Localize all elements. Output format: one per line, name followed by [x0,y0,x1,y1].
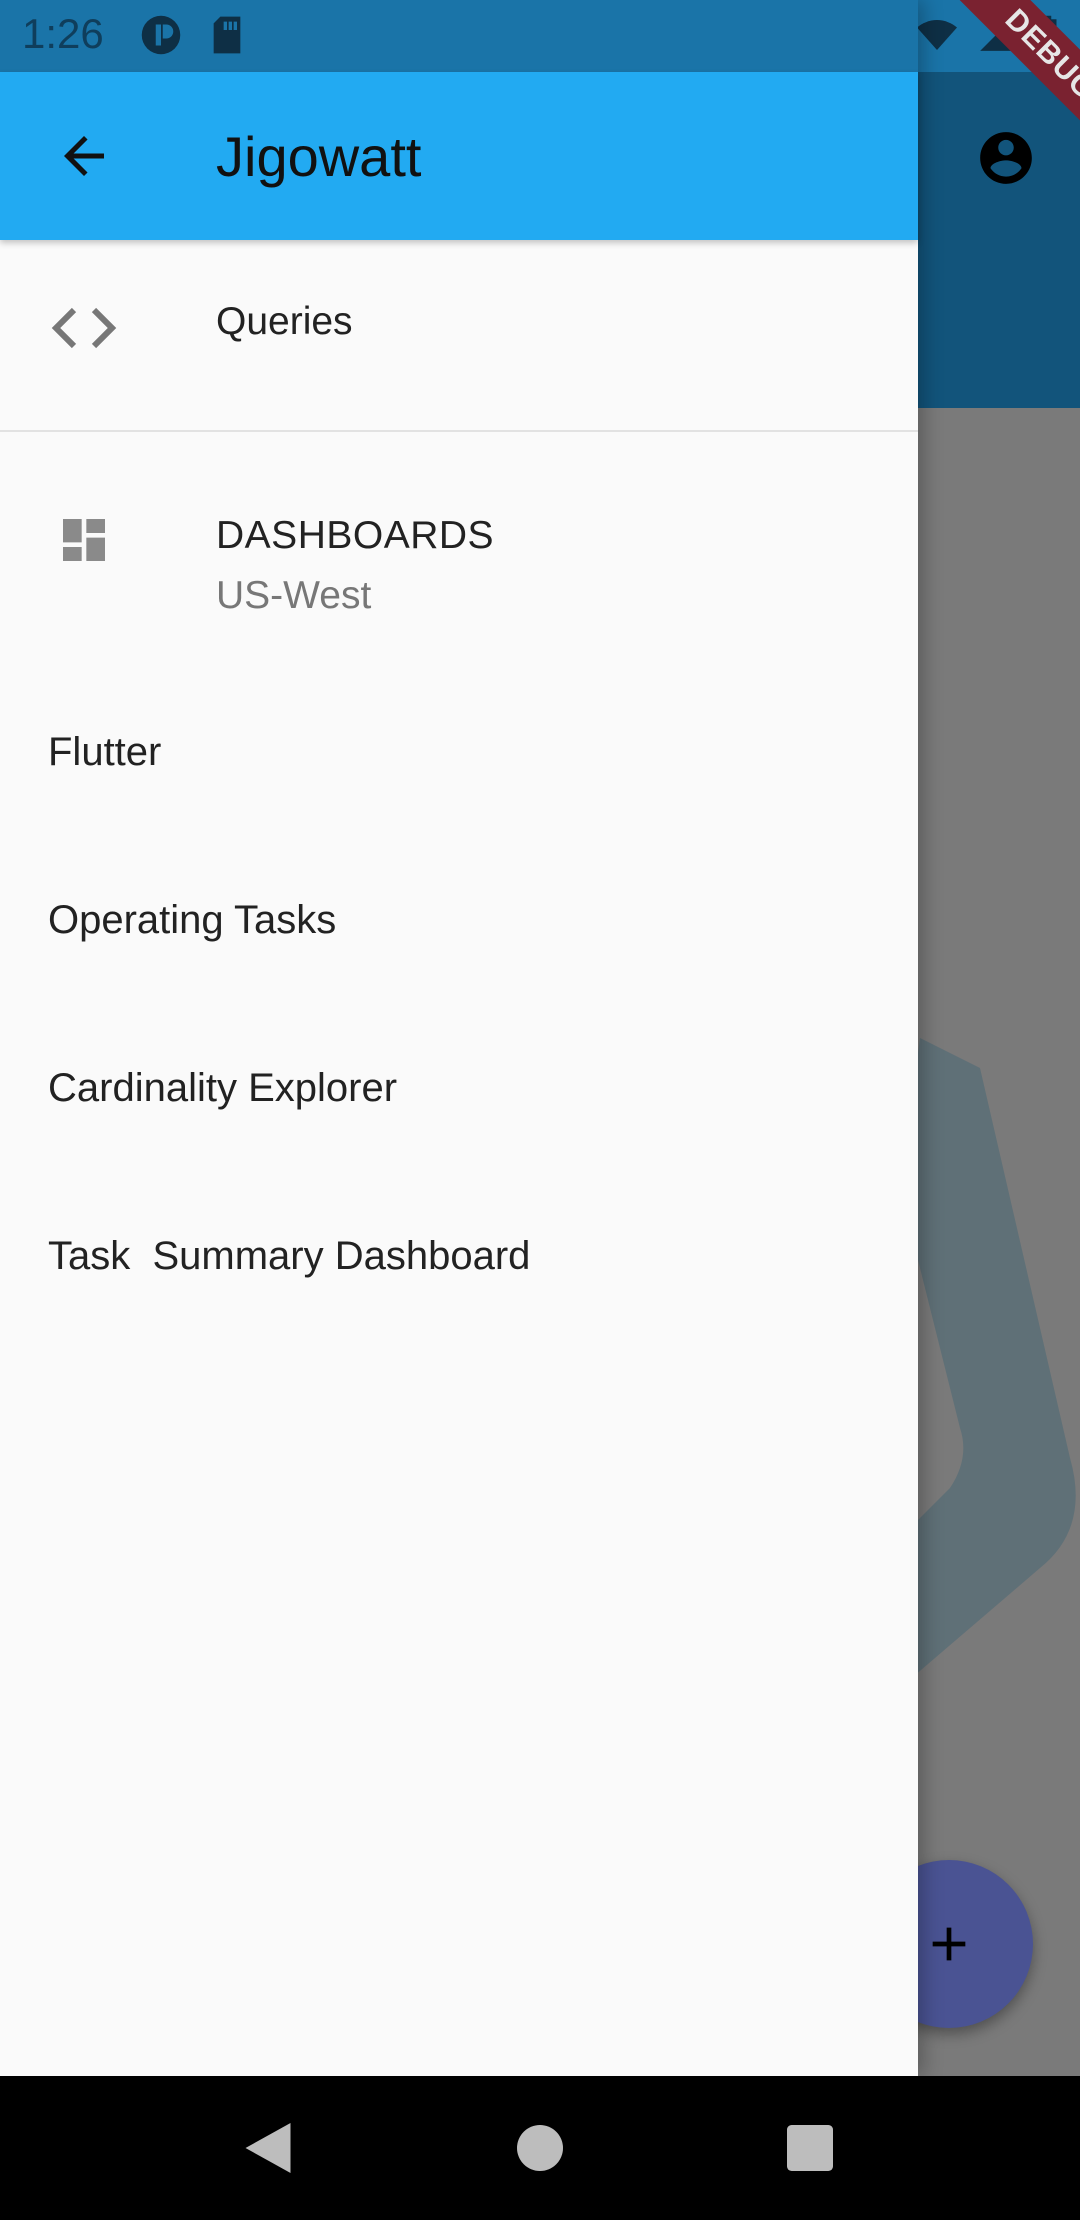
nav-recents-icon [787,2125,833,2171]
drawer-status-bar: 1:26 [0,0,918,72]
arrow-back-icon [64,136,104,176]
code-icon [50,302,118,359]
drawer-title: Jigowatt [216,125,422,188]
dashboards-title: DASHBOARDS [216,514,495,557]
dashboard-item-task-summary[interactable]: Task Summary Dashboard [0,1176,918,1344]
dashboards-section-header: DASHBOARDS US-West [0,432,918,652]
nav-back-button[interactable] [228,2108,308,2188]
dashboard-icon [56,512,112,573]
drawer-header: Jigowatt [0,72,918,240]
system-nav-bar [0,2076,1080,2220]
dashboard-item-operating-tasks[interactable]: Operating Tasks [0,840,918,1008]
sd-card-icon [213,16,241,54]
battery-icon [1035,15,1057,56]
nav-home-button[interactable] [500,2108,580,2188]
dashboards-subtitle: US-West [216,574,372,617]
back-button[interactable] [48,120,120,192]
nav-home-icon [517,2125,563,2171]
nav-recents-button[interactable] [770,2108,850,2188]
add-icon [932,1927,966,1961]
nav-back-icon [245,2123,291,2173]
dashboard-item-cardinality-explorer[interactable]: Cardinality Explorer [0,1008,918,1176]
queries-label: Queries [216,300,353,343]
dashboard-item-flutter[interactable]: Flutter [0,672,918,840]
status-icons-left [140,14,244,56]
queries-menu-item[interactable]: Queries [0,240,918,430]
status-time: 1:26 [22,10,104,57]
navigation-drawer: 1:26 Jigowatt Queries DASHBOARDS US-West… [0,0,918,2076]
status-icons-right [915,14,1059,56]
app-icon [141,15,181,55]
dashboard-item-label: Cardinality Explorer [48,1066,398,1110]
account-button[interactable] [970,122,1042,194]
wifi-icon [917,20,957,50]
dashboard-item-label: Operating Tasks [48,898,337,942]
dashboard-item-label: Flutter [48,730,162,774]
dashboard-item-label: Task Summary Dashboard [48,1234,531,1278]
signal-icon [980,19,1012,51]
account-circle-icon [980,132,1032,184]
